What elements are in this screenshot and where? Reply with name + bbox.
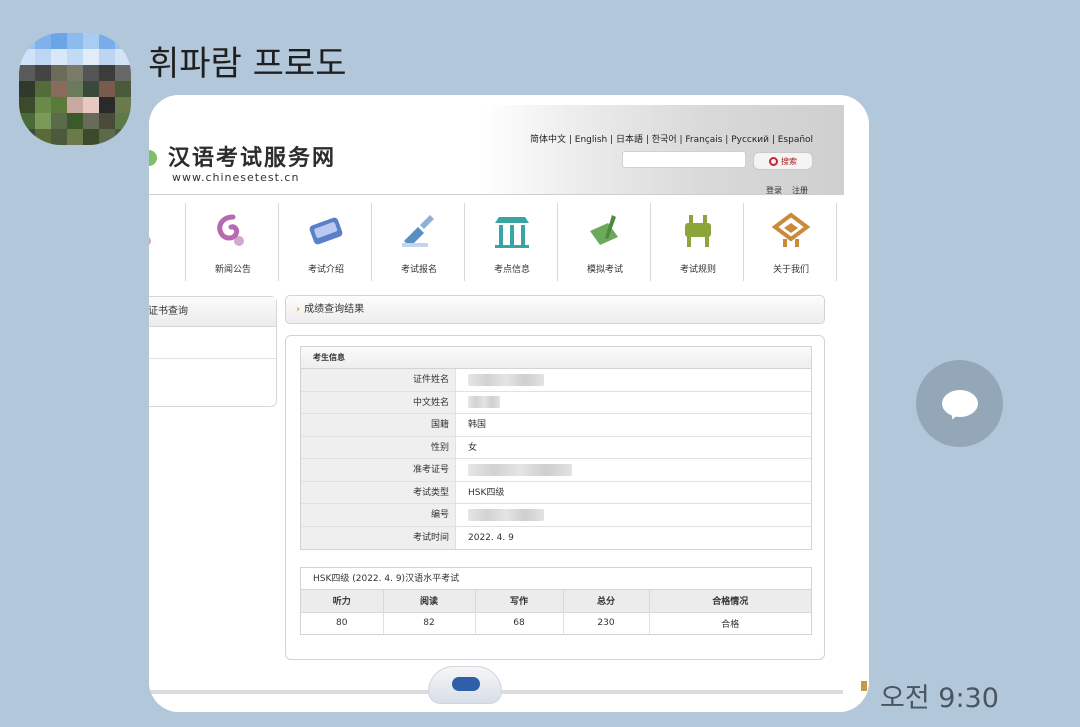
- score-section-title: HSK四级 (2022. 4. 9)汉语水平考试: [301, 568, 811, 590]
- nav-item-0: 新闻公告: [187, 203, 279, 281]
- sidebar-row: [149, 359, 276, 391]
- info-label: 考试时间: [301, 526, 456, 549]
- nav-label: 考试报名: [400, 265, 437, 275]
- footer-emblem-icon: [428, 666, 502, 704]
- info-value: 韩国: [468, 420, 487, 430]
- ornament-icon: [770, 211, 812, 251]
- nav-item-partial: [149, 203, 186, 281]
- sender-name: 휘파람 프로도: [148, 44, 347, 84]
- nav-item-5: 考试规则: [652, 203, 744, 281]
- info-label: 准考证号: [301, 459, 456, 481]
- info-row: 证件姓名: [301, 369, 811, 392]
- info-value: 2022. 4. 9: [468, 532, 514, 543]
- score-header: 听力: [301, 590, 384, 613]
- info-row: 考试类型 HSK四级: [301, 481, 811, 504]
- nav-item-2: 考试报名: [373, 203, 465, 281]
- info-label: 性别: [301, 436, 456, 458]
- chevron-right-icon: ›: [296, 304, 301, 315]
- score-header: 阅读: [383, 590, 476, 613]
- redacted-value: [468, 508, 544, 521]
- score-header: 合格情况: [649, 590, 811, 613]
- site-title: 汉语考试服务网: [168, 145, 337, 171]
- result-title-bar: › 成绩查询结果: [285, 295, 825, 324]
- score-header: 写作: [475, 590, 564, 613]
- site-url: www.chinesetest.cn: [172, 171, 300, 184]
- register-link: 注册: [792, 186, 808, 195]
- result-panel: 考生信息 证件姓名 中文姓名 国籍 韩国性别 女准考证号 考试类型 HSK四级编号 考试时间 2…: [285, 335, 825, 660]
- score-value: 80: [301, 612, 384, 634]
- redacted-value: [468, 396, 500, 408]
- nav-label: 关于我们: [772, 265, 809, 275]
- main-nav: 新闻公告 考试介绍 考试报名 考点信息 模拟考试 考试规则 关于我们: [149, 203, 869, 281]
- score-value: 合格: [721, 619, 740, 630]
- sidebar: 证书查询: [149, 296, 277, 407]
- auth-links: 登录 注册: [766, 185, 818, 196]
- logo-icon: [149, 150, 157, 166]
- nav-item-6: 关于我们: [745, 203, 837, 281]
- quill-icon: [584, 211, 626, 251]
- search-icon: [769, 156, 778, 166]
- info-row: 编号: [301, 504, 811, 527]
- search-input: [622, 151, 746, 168]
- info-row: 性别 女: [301, 436, 811, 459]
- language-links: 简体中文 | English | 日本語 | 한국어 | Français | …: [530, 135, 814, 145]
- avatar[interactable]: [19, 33, 131, 145]
- nav-label: 模拟考试: [586, 265, 623, 275]
- vessel-icon: [677, 211, 719, 251]
- info-label: 证件姓名: [301, 369, 456, 391]
- redacted-value: [468, 463, 572, 476]
- info-row: 考试时间 2022. 4. 9: [301, 526, 811, 549]
- share-button[interactable]: [916, 360, 1003, 447]
- sidebar-row: [149, 327, 276, 359]
- swirl-icon: [149, 211, 161, 251]
- nav-item-4: 模拟考试: [559, 203, 651, 281]
- info-value: HSK四级: [468, 487, 505, 498]
- score-table: HSK四级 (2022. 4. 9)汉语水平考试 听力 阅读 写作 总分 合格情况 80…: [300, 567, 812, 635]
- info-row: 国籍 韩国: [301, 414, 811, 437]
- info-row: 准考证号: [301, 459, 811, 482]
- score-value: 82: [383, 612, 476, 634]
- result-heading: 成绩查询结果: [304, 304, 365, 315]
- candidate-info-table: 考生信息 证件姓名 中文姓名 国籍 韩国性别 女准考证号 考试类型 HSK四级编号 考试时间 2…: [300, 346, 812, 550]
- nav-item-1: 考试介绍: [280, 203, 372, 281]
- search-label: 搜索: [781, 156, 797, 166]
- redacted-value: [468, 373, 544, 386]
- edge-mark: [861, 681, 867, 691]
- score-value: 230: [563, 612, 650, 634]
- message-time: 오전 9:30: [880, 683, 999, 714]
- info-section-title: 考生信息: [301, 347, 811, 369]
- brush-icon: [398, 211, 440, 251]
- score-value: 68: [475, 612, 564, 634]
- info-label: 考试类型: [301, 481, 456, 503]
- nav-label: 考试介绍: [307, 265, 344, 275]
- nav-item-3: 考点信息: [466, 203, 558, 281]
- nav-label: 考试规则: [679, 265, 716, 275]
- score-header: 总分: [563, 590, 650, 613]
- info-label: 国籍: [301, 414, 456, 436]
- swirl-icon: [212, 211, 254, 251]
- info-row: 中文姓名: [301, 391, 811, 414]
- site-header: 汉语考试服务网 www.chinesetest.cn 简体中文 | Englis…: [149, 105, 844, 195]
- image-message[interactable]: 汉语考试服务网 www.chinesetest.cn 简体中文 | Englis…: [149, 95, 869, 712]
- sidebar-heading: 证书查询: [149, 297, 276, 327]
- pavilion-icon: [491, 211, 533, 251]
- search-button: 搜索: [753, 152, 813, 170]
- login-link: 登录: [766, 186, 782, 195]
- nav-label: 新闻公告: [214, 265, 251, 275]
- nav-label: 考点信息: [493, 265, 530, 275]
- info-label: 中文姓名: [301, 391, 456, 413]
- share-bubble-icon: [941, 390, 978, 417]
- scroll-icon: [305, 211, 347, 251]
- info-value: 女: [468, 442, 478, 453]
- info-label: 编号: [301, 504, 456, 526]
- shared-screenshot: 汉语考试服务网 www.chinesetest.cn 简体中文 | Englis…: [149, 95, 869, 712]
